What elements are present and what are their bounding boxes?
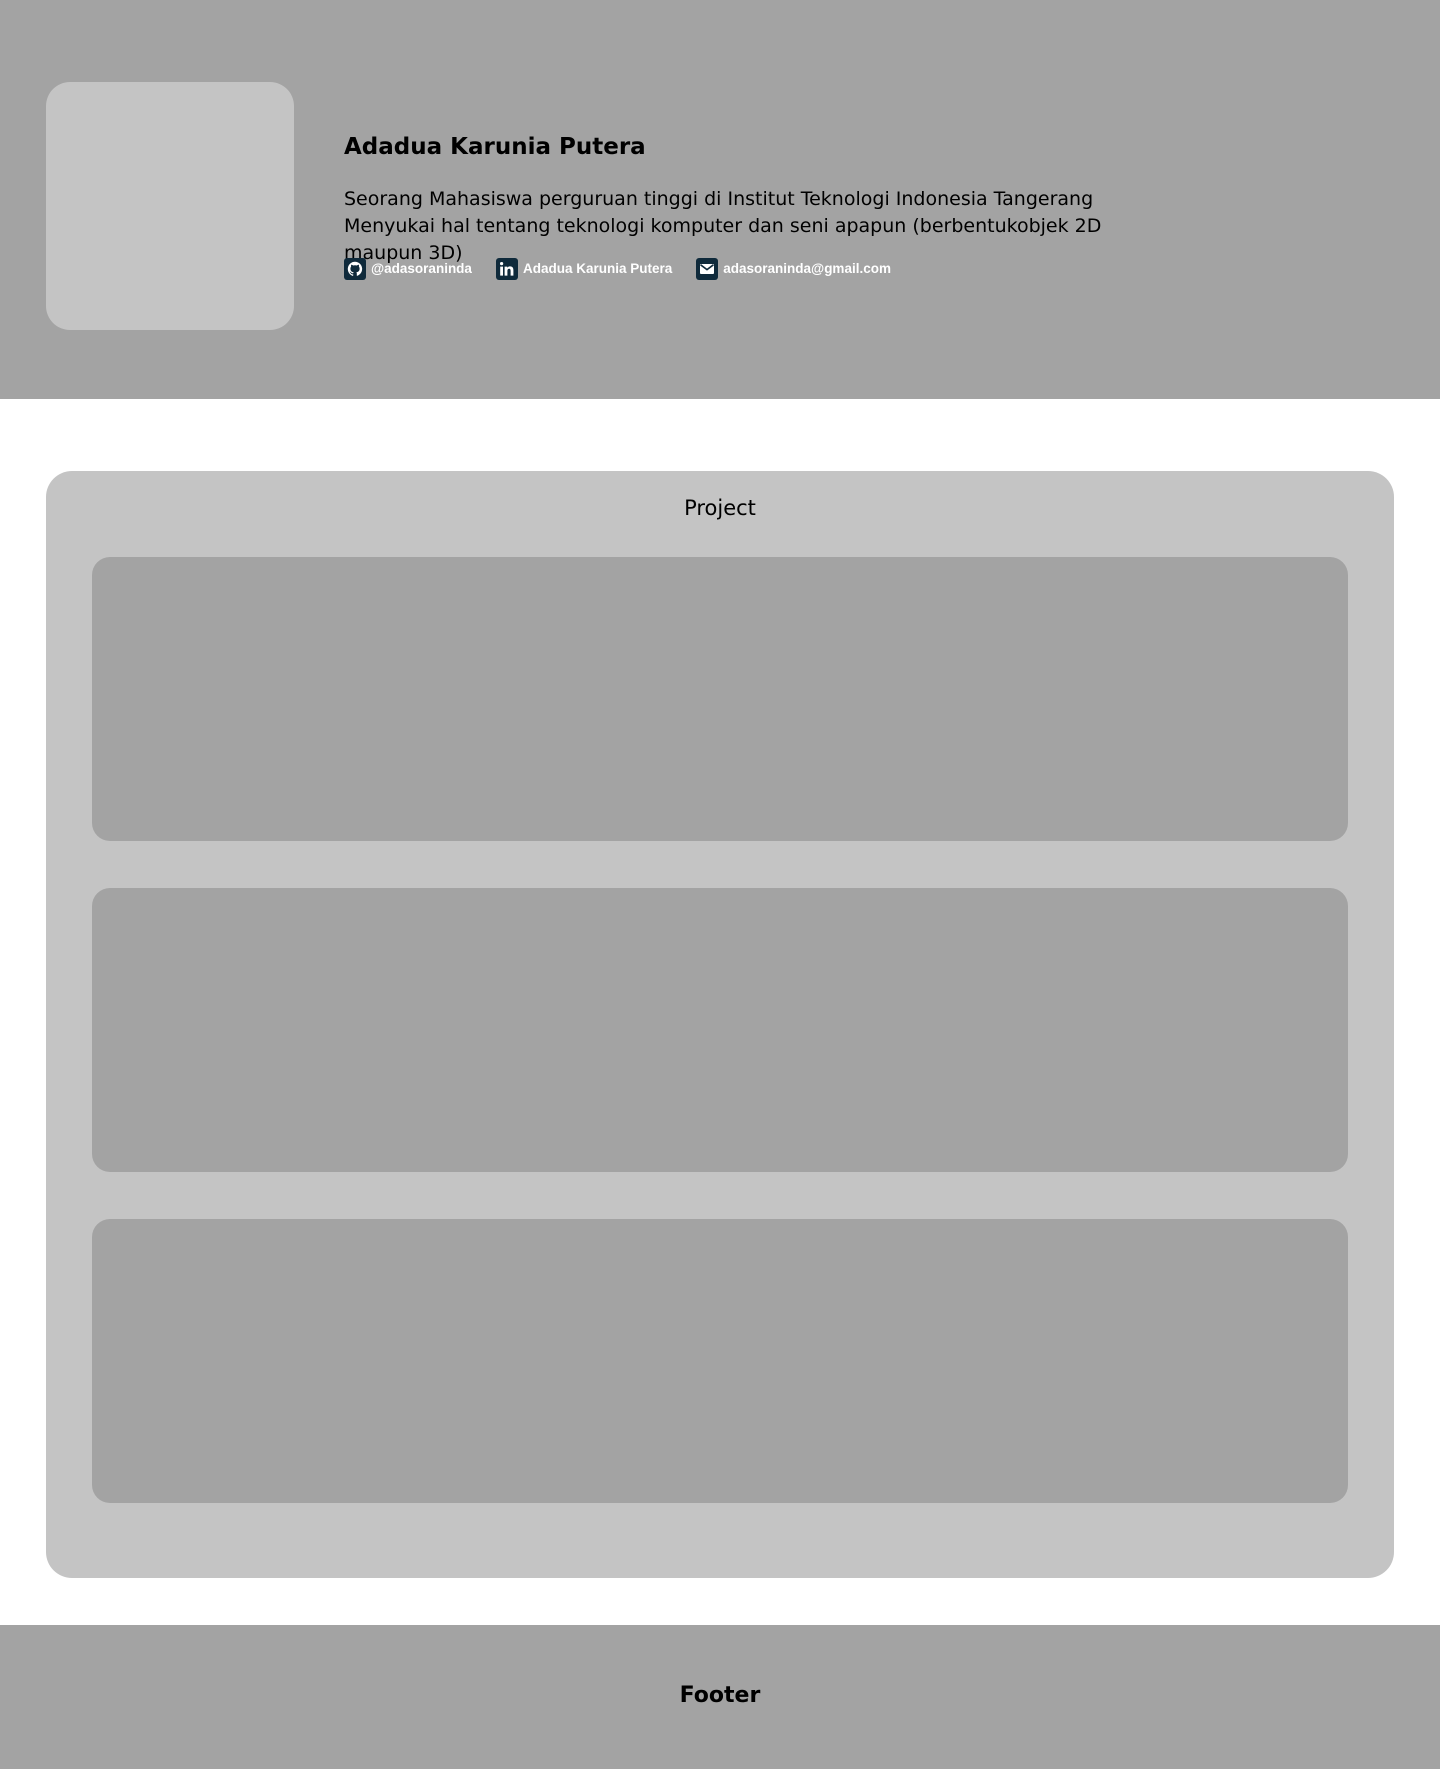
profile-name: Adadua Karunia Putera xyxy=(344,134,646,160)
project-card[interactable] xyxy=(92,888,1348,1172)
footer: Footer xyxy=(0,1625,1440,1769)
project-title: Project xyxy=(684,496,756,520)
footer-text: Footer xyxy=(679,1683,761,1708)
project-section: Project xyxy=(46,471,1394,1578)
profile-bio: Seorang Mahasiswa perguruan tinggi di In… xyxy=(344,188,1102,264)
email-address: adasoraninda@gmail.com xyxy=(723,261,891,276)
mail-icon xyxy=(696,257,719,280)
social-links: @adasoraninda Adadua Karunia Putera adas… xyxy=(344,257,915,280)
project-card[interactable] xyxy=(92,557,1348,841)
linkedin-link[interactable]: Adadua Karunia Putera xyxy=(495,257,673,280)
profile-header: Adadua Karunia Putera Seorang Mahasiswa … xyxy=(0,0,1440,399)
project-card[interactable] xyxy=(92,1219,1348,1503)
github-handle: @adasoraninda xyxy=(371,261,472,276)
github-icon xyxy=(344,257,366,280)
email-link[interactable]: adasoraninda@gmail.com xyxy=(696,257,891,280)
avatar xyxy=(46,82,294,330)
github-link[interactable]: @adasoraninda xyxy=(344,257,472,280)
linkedin-name: Adadua Karunia Putera xyxy=(522,261,673,276)
linkedin-icon xyxy=(495,257,518,280)
